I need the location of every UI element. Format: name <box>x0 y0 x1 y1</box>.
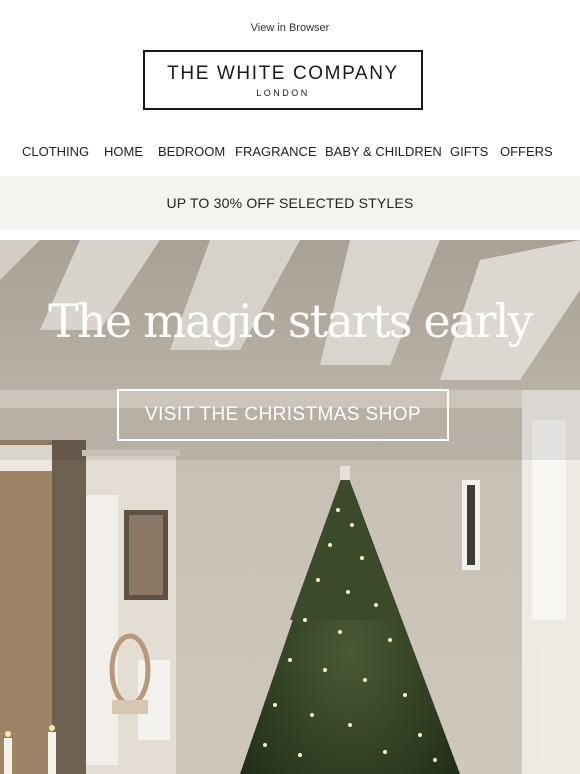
nav-item-offers[interactable]: OFFERS <box>500 144 553 159</box>
nav-item-clothing[interactable]: CLOTHING <box>22 144 89 159</box>
promo-banner[interactable]: UP TO 30% OFF SELECTED STYLES <box>0 176 580 230</box>
nav-item-bedroom[interactable]: BEDROOM <box>158 144 225 159</box>
brand-logo[interactable]: THE WHITE COMPANY LONDON <box>143 50 423 110</box>
candle <box>4 738 12 774</box>
hero-headline: The magic starts early <box>48 294 534 348</box>
logo-wordmark: THE WHITE COMPANY <box>167 63 399 84</box>
nav-item-baby-children[interactable]: BABY & CHILDREN <box>325 144 442 159</box>
nav-item-fragrance[interactable]: FRAGRANCE <box>235 144 317 159</box>
armchair <box>540 640 580 774</box>
hero-banner[interactable]: The magic starts early VISIT THE CHRISTM… <box>0 240 580 774</box>
nav-item-gifts[interactable]: GIFTS <box>450 144 488 159</box>
nav-item-home[interactable]: HOME <box>104 144 143 159</box>
logo-subtitle: LONDON <box>256 88 310 98</box>
main-navigation: CLOTHING HOME BEDROOM FRAGRANCE BABY & C… <box>0 144 580 162</box>
christmas-shop-button[interactable]: VISIT THE CHRISTMAS SHOP <box>117 389 449 441</box>
view-in-browser-link[interactable]: View in Browser <box>0 22 580 34</box>
curtain <box>86 495 118 765</box>
tree-topper <box>340 466 350 480</box>
open-door <box>52 440 86 774</box>
candle <box>48 732 56 774</box>
promo-text: UP TO 30% OFF SELECTED STYLES <box>166 195 414 211</box>
